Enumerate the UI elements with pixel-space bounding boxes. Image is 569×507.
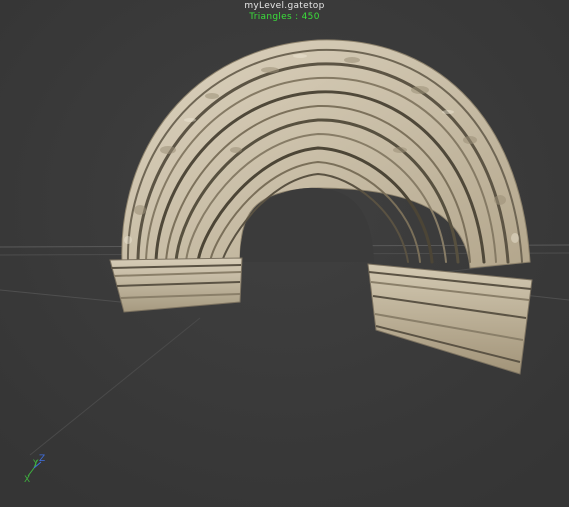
axis-gizmo: X Y Z	[20, 450, 60, 490]
axis-z-label: Z	[39, 454, 46, 464]
triangle-count-label: Triangles : 450	[249, 12, 320, 22]
model-name-label: myLevel.gatetop	[244, 1, 325, 11]
axis-y-label: Y	[33, 459, 39, 469]
axis-x-label: X	[24, 475, 31, 485]
viewport-canvas[interactable]	[0, 0, 569, 507]
3d-viewport[interactable]: myLevel.gatetop Triangles : 450 X Y Z	[0, 0, 569, 507]
